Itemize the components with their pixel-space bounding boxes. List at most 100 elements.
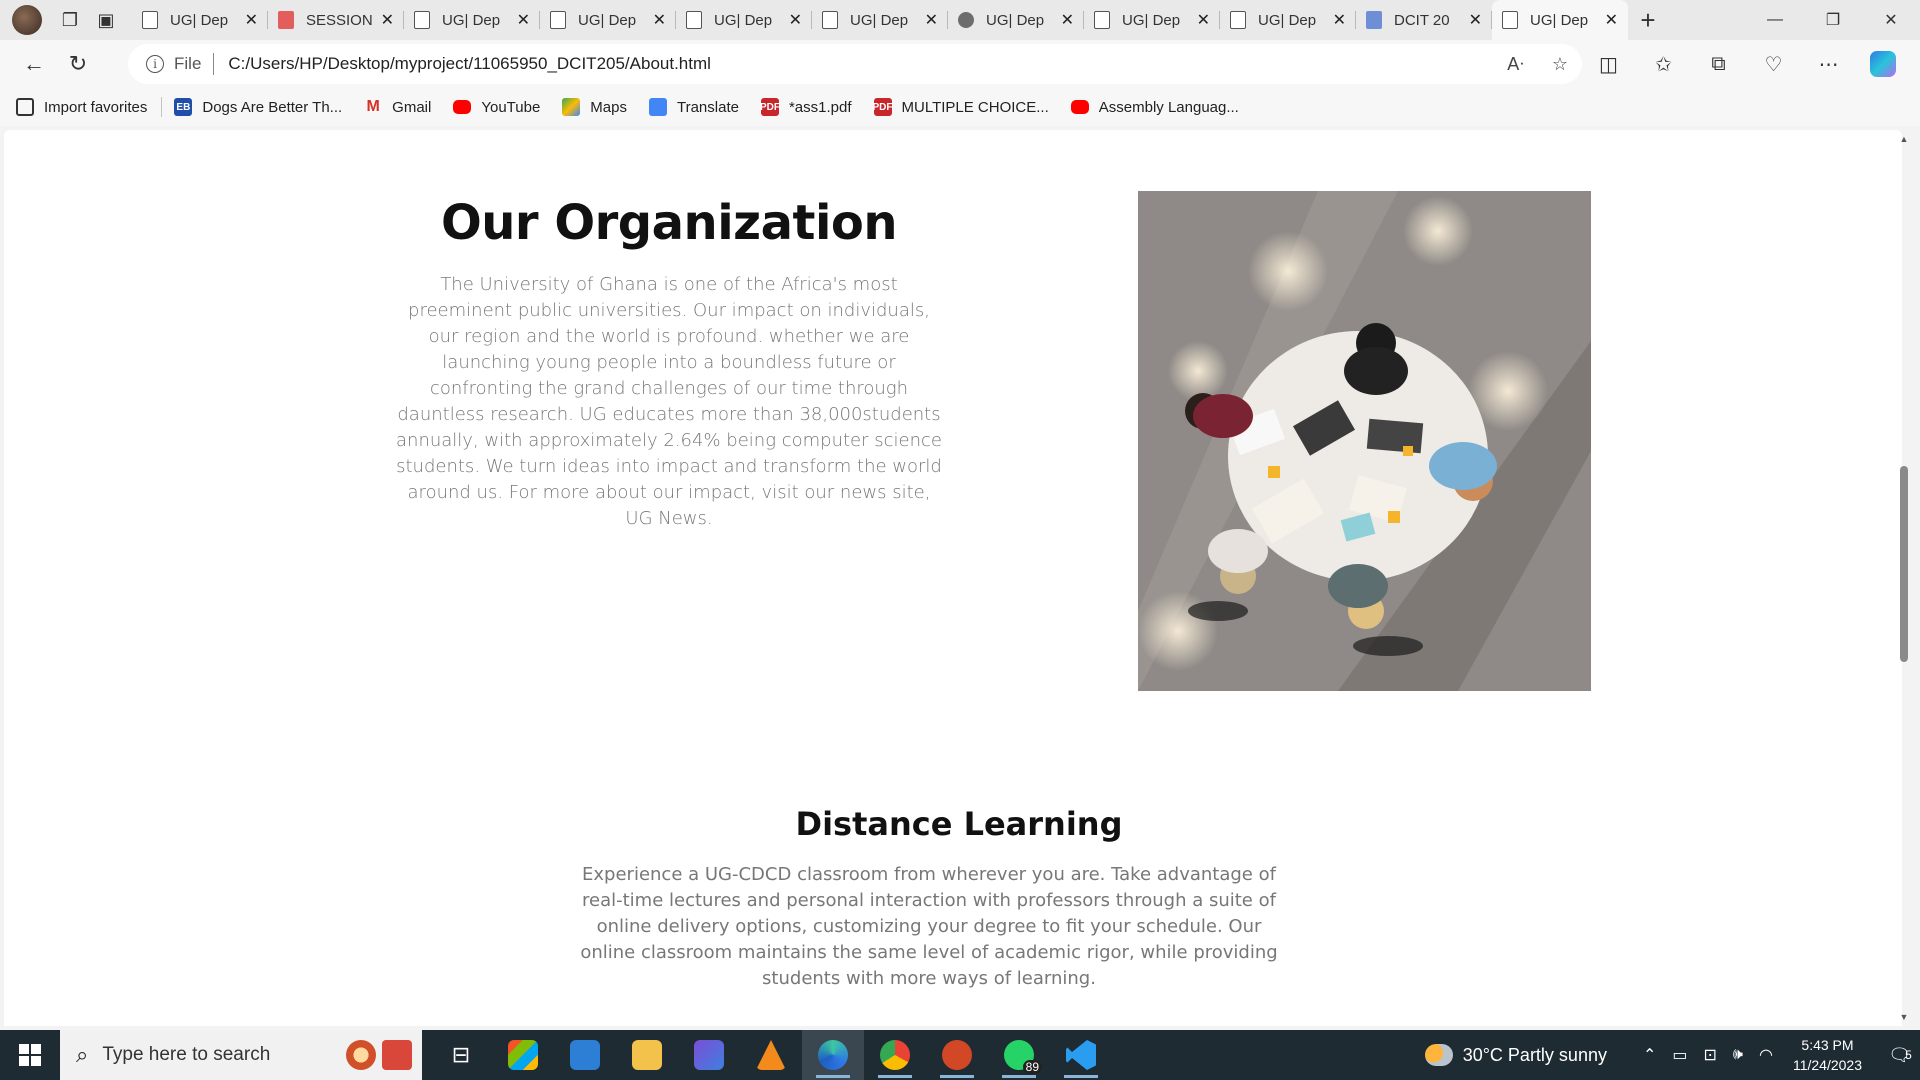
browser-essentials-icon[interactable]: ♡ xyxy=(1746,44,1801,84)
battery-icon[interactable]: ▭ xyxy=(1672,1045,1687,1065)
collections-icon[interactable]: ⧉ xyxy=(1691,44,1746,84)
microsoft-store-app[interactable] xyxy=(492,1030,554,1080)
powerpoint-app[interactable] xyxy=(926,1030,988,1080)
browser-tab[interactable]: UG| Dep ✕ xyxy=(404,0,540,40)
clock[interactable]: 5:43 PM 11/24/2023 xyxy=(1793,1035,1862,1075)
browser-tab[interactable]: SESSION ✕ xyxy=(268,0,404,40)
clipchamp-app[interactable] xyxy=(678,1030,740,1080)
vlc-app[interactable] xyxy=(740,1030,802,1080)
url-scheme: File xyxy=(174,54,202,73)
scroll-down-arrow-icon[interactable]: ▼ xyxy=(1899,1012,1909,1022)
read-aloud-icon[interactable]: Aᐧ xyxy=(1507,54,1524,75)
browser-tab[interactable]: UG| Dep ✕ xyxy=(1492,0,1628,40)
edge-app[interactable] xyxy=(802,1030,864,1080)
favorite-item[interactable]: YouTube xyxy=(453,99,540,116)
alarm-clock-icon[interactable] xyxy=(346,1040,376,1070)
taskbar-apps: ⊟ 89 xyxy=(430,1030,1112,1080)
browser-tab[interactable]: UG| Dep ✕ xyxy=(812,0,948,40)
close-tab-icon[interactable]: ✕ xyxy=(925,10,938,30)
chrome-app[interactable] xyxy=(864,1030,926,1080)
file-explorer-app[interactable] xyxy=(616,1030,678,1080)
favorite-item[interactable]: M Gmail xyxy=(364,98,432,116)
wifi-icon[interactable]: ◠ xyxy=(1759,1045,1773,1065)
whatsapp-app[interactable]: 89 xyxy=(988,1030,1050,1080)
scroll-up-arrow-icon[interactable]: ▲ xyxy=(1899,134,1909,144)
close-tab-icon[interactable]: ✕ xyxy=(1469,10,1482,30)
favorite-item[interactable]: PDF MULTIPLE CHOICE... xyxy=(873,98,1049,116)
page-icon xyxy=(822,11,838,29)
favorite-item[interactable]: Import favorites xyxy=(16,98,147,116)
favorite-star-icon[interactable]: ☆ xyxy=(1552,54,1568,75)
favorites-icon[interactable]: ✩ xyxy=(1636,44,1691,84)
students-photo xyxy=(1138,191,1591,691)
browser-tab[interactable]: UG| Dep ✕ xyxy=(1220,0,1356,40)
close-tab-icon[interactable]: ✕ xyxy=(1333,10,1346,30)
address-separator xyxy=(213,53,215,75)
tab-list: UG| Dep ✕ SESSION ✕ UG| Dep ✕ UG| Dep ✕ UG| Dep ✕… xyxy=(132,0,1628,40)
close-tab-icon[interactable]: ✕ xyxy=(1197,10,1210,30)
more-menu-icon[interactable]: ⋯ xyxy=(1801,44,1856,84)
partly-sunny-icon xyxy=(1424,1044,1453,1066)
favorite-label: Dogs Are Better Th... xyxy=(202,98,343,116)
weather-widget[interactable]: 30°C Partly sunny xyxy=(1424,1044,1607,1066)
browser-tab[interactable]: UG| Dep ✕ xyxy=(540,0,676,40)
browser-tab[interactable]: UG| Dep ✕ xyxy=(948,0,1084,40)
mail-app[interactable] xyxy=(554,1030,616,1080)
refresh-button[interactable]: ↻ xyxy=(56,44,100,84)
favorite-item[interactable]: Assembly Languag... xyxy=(1070,99,1239,116)
restore-button[interactable]: ❐ xyxy=(1804,0,1862,40)
clock-date: 11/24/2023 xyxy=(1792,1057,1862,1073)
vscode-app[interactable] xyxy=(1050,1030,1112,1080)
close-tab-icon[interactable]: ✕ xyxy=(1061,10,1074,30)
favorite-item[interactable]: EB Dogs Are Better Th... xyxy=(174,98,342,116)
copilot-icon[interactable] xyxy=(1870,51,1896,77)
browser-tab[interactable]: DCIT 20 ✕ xyxy=(1356,0,1492,40)
split-screen-icon[interactable]: ◫ xyxy=(1581,44,1636,84)
task-view-button[interactable]: ⊟ xyxy=(430,1030,492,1080)
store-icon xyxy=(508,1040,538,1070)
pdf-icon: PDF xyxy=(760,98,780,116)
import-icon xyxy=(16,98,34,116)
device-icon[interactable]: ⊡ xyxy=(1704,1045,1717,1065)
tab-label: UG| Dep xyxy=(1258,11,1317,29)
tab-actions-icon[interactable]: ▣ xyxy=(88,4,124,36)
close-tab-icon[interactable]: ✕ xyxy=(517,10,530,30)
favorite-item[interactable]: PDF *ass1.pdf xyxy=(760,98,852,116)
tab-label: UG| Dep xyxy=(442,11,501,29)
workspaces-icon[interactable]: ❐ xyxy=(52,4,88,36)
site-info-icon[interactable]: i xyxy=(146,55,164,73)
notification-center-button[interactable]: 🗨 5 xyxy=(1880,1030,1920,1080)
browser-tab[interactable]: UG| Dep ✕ xyxy=(132,0,268,40)
close-tab-icon[interactable]: ✕ xyxy=(381,10,394,30)
chrome-icon xyxy=(880,1040,910,1070)
browser-tab[interactable]: UG| Dep ✕ xyxy=(676,0,812,40)
minimize-button[interactable]: — xyxy=(1746,0,1804,40)
browser-tab[interactable]: UG| Dep ✕ xyxy=(1084,0,1220,40)
page-icon xyxy=(686,11,702,29)
tab-label: SESSION xyxy=(306,11,373,29)
close-tab-icon[interactable]: ✕ xyxy=(789,10,802,30)
chevron-up-icon[interactable]: ⌃ xyxy=(1643,1045,1656,1065)
favorite-item[interactable]: Maps xyxy=(562,98,627,116)
page-scrollbar[interactable]: ▲ ▼ xyxy=(1896,130,1912,1026)
address-bar[interactable]: i File C:/Users/HP/Desktop/myproject/110… xyxy=(128,44,1582,84)
scrollbar-thumb[interactable] xyxy=(1900,466,1908,662)
page-icon xyxy=(1094,11,1110,29)
tab-label: UG| Dep xyxy=(1122,11,1181,29)
start-button[interactable] xyxy=(0,1030,60,1080)
back-button[interactable]: ← xyxy=(12,44,56,84)
close-tab-icon[interactable]: ✕ xyxy=(653,10,666,30)
taskbar-search-box[interactable]: ⌕ Type here to search xyxy=(60,1030,422,1080)
gift-icon[interactable] xyxy=(382,1040,412,1070)
favorite-item[interactable]: Translate xyxy=(648,98,739,116)
volume-icon[interactable]: 🕪 xyxy=(1733,1046,1743,1064)
close-window-button[interactable]: ✕ xyxy=(1862,0,1920,40)
close-tab-icon[interactable]: ✕ xyxy=(1605,10,1618,30)
page-icon xyxy=(1502,11,1518,29)
profile-avatar[interactable] xyxy=(12,5,42,35)
page-icon xyxy=(142,11,158,29)
url-text[interactable]: C:/Users/HP/Desktop/myproject/11065950_D… xyxy=(228,54,711,74)
new-tab-button[interactable]: + xyxy=(1628,0,1668,40)
distance-learning-heading: Distance Learning xyxy=(795,805,1123,843)
close-tab-icon[interactable]: ✕ xyxy=(245,10,258,30)
